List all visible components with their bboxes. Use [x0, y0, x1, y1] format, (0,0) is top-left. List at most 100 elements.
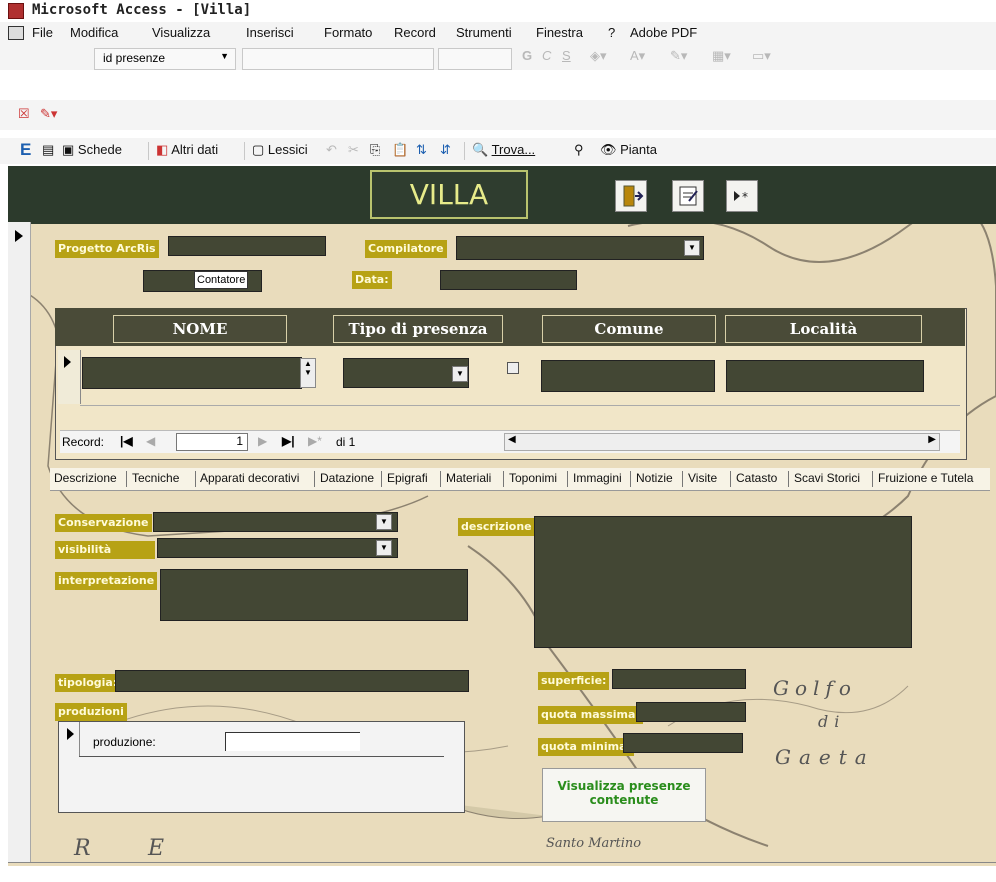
data-field[interactable] — [440, 270, 577, 290]
chevron-down-icon[interactable]: ▼ — [376, 514, 392, 530]
tab-fruizione-e-tutela[interactable]: Fruizione e Tutela — [878, 471, 973, 485]
menu-formato[interactable]: Formato — [324, 25, 372, 40]
conservazione-label: Conservazione — [55, 514, 152, 532]
font-combo[interactable] — [242, 48, 434, 70]
paste-icon[interactable]: 📋 — [392, 142, 408, 158]
descrizione-textarea[interactable] — [534, 516, 912, 648]
tab-scavi-storici[interactable]: Scavi Storici — [794, 471, 860, 485]
record-selector[interactable] — [8, 222, 31, 862]
undo-icon[interactable]: ↶ — [326, 142, 337, 158]
pianta-button[interactable]: 👁 Pianta — [600, 142, 657, 158]
trova-label: Trova... — [491, 142, 536, 157]
schede-button[interactable]: ▣ Schede — [62, 142, 122, 158]
subform-record-selector[interactable] — [58, 350, 81, 404]
tab-separator — [682, 471, 683, 487]
menu-modifica[interactable]: Modifica — [70, 25, 118, 40]
menu-finestra[interactable]: Finestra — [536, 25, 583, 40]
line-width-icon[interactable]: ▭▾ — [752, 48, 771, 64]
underline-icon[interactable]: S — [562, 48, 571, 63]
last-record-icon[interactable]: ▶| — [282, 434, 295, 448]
bold-icon[interactable]: G — [522, 48, 532, 63]
menu-adobe-pdf[interactable]: Adobe PDF — [630, 25, 697, 40]
object-combo[interactable]: id presenze ▼ — [94, 48, 236, 70]
new-record-nav-icon[interactable]: ▶* — [308, 434, 322, 448]
form-view-icon[interactable] — [8, 26, 24, 40]
sort-ascending-icon[interactable]: ⇅ — [416, 142, 427, 158]
previous-record-icon[interactable]: ◀ — [146, 434, 155, 448]
menu-inserisci[interactable]: Inserisci — [246, 25, 294, 40]
tab-notizie[interactable]: Notizie — [636, 471, 673, 485]
tipologia-field[interactable] — [115, 670, 469, 692]
record-count: di 1 — [336, 435, 356, 449]
font-color-icon[interactable]: A▾ — [630, 48, 645, 64]
tab-datazione[interactable]: Datazione — [320, 471, 374, 485]
nome-scrollbar[interactable]: ▲ ▼ — [300, 358, 316, 388]
column-header-tipo: Tipo di presenza — [333, 315, 503, 343]
chevron-down-icon[interactable]: ▼ — [376, 540, 392, 556]
comune-field[interactable] — [541, 360, 715, 392]
chevron-down-icon[interactable]: ▼ — [452, 366, 468, 382]
properties-icon[interactable]: ▤ — [42, 142, 54, 158]
next-record-icon[interactable]: ▶ — [258, 434, 267, 448]
horizontal-scrollbar[interactable]: ◀ ▶ — [504, 433, 940, 451]
trova-button[interactable]: 🔍 Trova... — [472, 142, 535, 158]
new-record-button[interactable]: * — [726, 180, 758, 212]
tab-materiali[interactable]: Materiali — [446, 471, 491, 485]
size-combo[interactable] — [438, 48, 512, 70]
tab-epigrafi[interactable]: Epigrafi — [387, 471, 428, 485]
data-label: Data: — [352, 271, 392, 289]
altri-dati-button[interactable]: ◧ Altri dati — [156, 142, 218, 158]
italic-icon[interactable]: C — [542, 48, 551, 63]
superficie-field[interactable] — [612, 669, 746, 689]
tab-visite[interactable]: Visite — [688, 471, 717, 485]
design-view-icon[interactable]: E — [20, 140, 31, 160]
quota-massima-field[interactable] — [636, 702, 746, 722]
new-icon[interactable]: ✎▾ — [40, 106, 57, 122]
visibilita-select[interactable] — [157, 538, 398, 558]
menu-help[interactable]: ? — [608, 25, 615, 40]
edit-record-button[interactable] — [672, 180, 704, 212]
copy-icon[interactable]: ⎘ — [370, 142, 380, 158]
exit-button[interactable] — [615, 180, 647, 212]
compilatore-select[interactable] — [456, 236, 704, 260]
tab-apparati-decorativi[interactable]: Apparati decorativi — [200, 471, 299, 485]
border-icon[interactable]: ▦▾ — [712, 48, 731, 64]
visualizza-presenze-button[interactable]: Visualizza presenze contenute — [542, 768, 706, 822]
menu-visualizza[interactable]: Visualizza — [152, 25, 210, 40]
chevron-down-icon[interactable]: ▼ — [684, 240, 700, 256]
tipo-presenza-select[interactable] — [343, 358, 469, 388]
conservazione-select[interactable] — [153, 512, 398, 532]
nome-field[interactable] — [82, 357, 302, 389]
quota-minima-field[interactable] — [623, 733, 743, 753]
delete-icon[interactable]: ☒ — [18, 106, 30, 122]
tab-catasto[interactable]: Catasto — [736, 471, 777, 485]
tab-separator — [440, 471, 441, 487]
localita-field[interactable] — [726, 360, 924, 392]
menu-strumenti[interactable]: Strumenti — [456, 25, 512, 40]
tab-toponimi[interactable]: Toponimi — [509, 471, 557, 485]
line-color-icon[interactable]: ✎▾ — [670, 48, 687, 64]
tab-descrizione[interactable]: Descrizione — [54, 471, 117, 485]
produzione-field[interactable] — [225, 732, 360, 751]
menu-record[interactable]: Record — [394, 25, 436, 40]
tab-immagini[interactable]: Immagini — [573, 471, 622, 485]
visualizza-presenze-label: Visualizza presenze contenute — [557, 779, 691, 807]
first-record-icon[interactable]: |◀ — [120, 434, 133, 448]
fill-color-icon[interactable]: ◈▾ — [590, 48, 607, 64]
tab-tecniche[interactable]: Tecniche — [132, 471, 179, 485]
altri-dati-label: Altri dati — [171, 142, 219, 157]
menu-file[interactable]: File — [32, 25, 53, 40]
scroll-right-icon[interactable]: ▶ — [928, 434, 936, 445]
divider — [79, 722, 80, 756]
interpretazione-textarea[interactable] — [160, 569, 468, 621]
cut-icon[interactable]: ✂ — [348, 142, 359, 158]
filter-icon[interactable]: ⚲ — [574, 142, 584, 158]
flag-checkbox[interactable] — [507, 362, 519, 374]
produzioni-label: produzioni — [55, 703, 127, 721]
current-record-input[interactable]: 1 — [176, 433, 248, 451]
lessici-button[interactable]: ▢ Lessici — [252, 142, 308, 158]
scroll-left-icon[interactable]: ◀ — [508, 434, 516, 445]
access-app-icon — [8, 3, 24, 19]
progetto-field[interactable] — [168, 236, 326, 256]
sort-descending-icon[interactable]: ⇵ — [440, 142, 451, 158]
